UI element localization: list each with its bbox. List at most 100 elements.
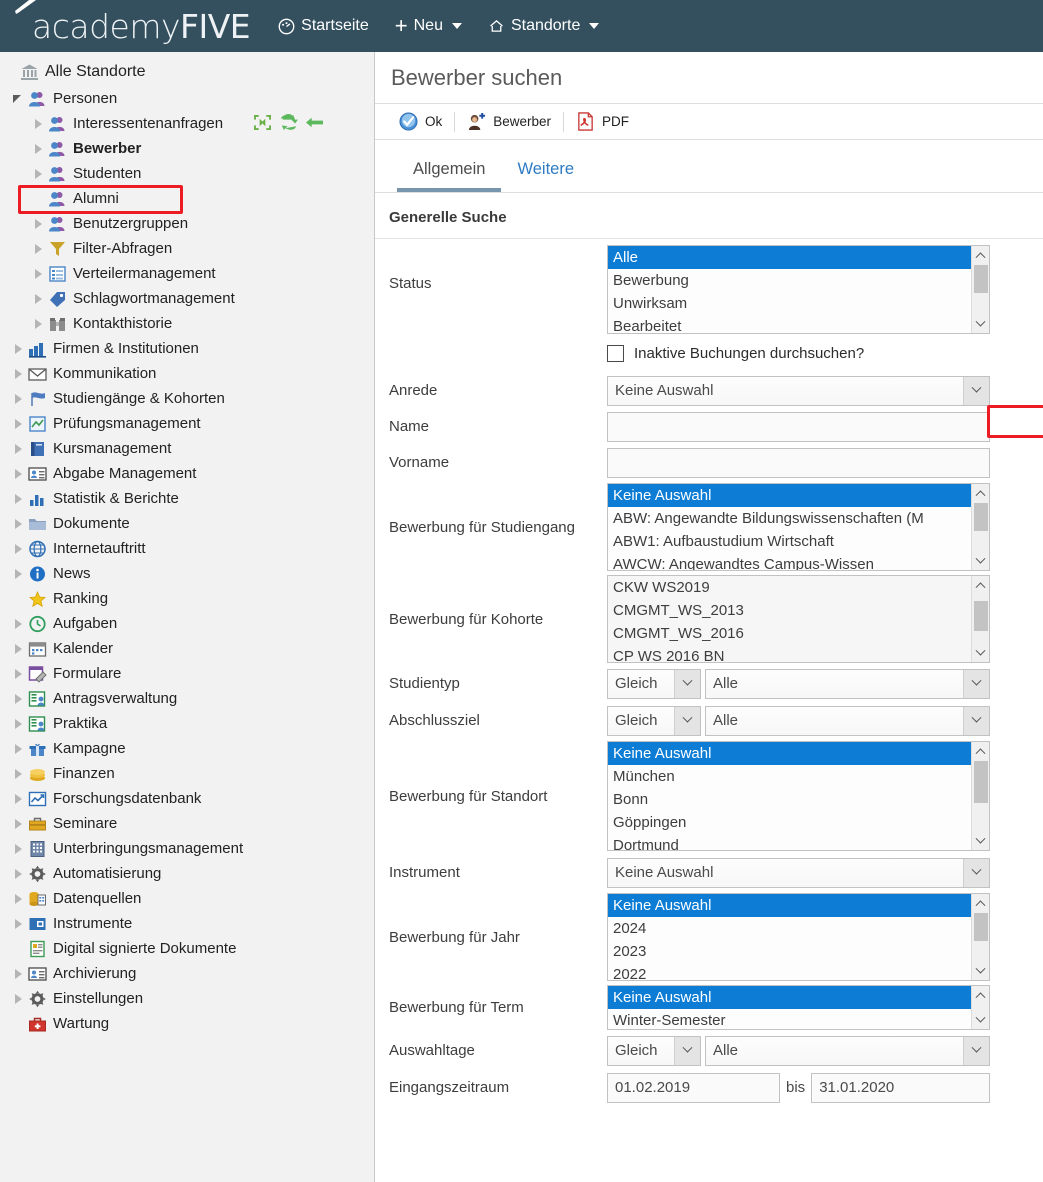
tree-collapse-arrow-icon[interactable] — [12, 92, 26, 106]
studiengang-option[interactable]: ABW1: Aufbaustudium Wirtschaft — [608, 530, 971, 553]
sidebar-root-alle-standorte[interactable]: Alle Standorte — [0, 58, 374, 86]
studientyp-operator-dropdown[interactable]: Gleich — [607, 668, 701, 699]
tree-expand-arrow-icon[interactable] — [12, 792, 26, 806]
scroll-up-icon[interactable] — [972, 484, 990, 501]
ok-button[interactable]: Ok — [387, 109, 454, 135]
kohorte-option[interactable]: CKW WS2019 — [608, 576, 971, 599]
anrede-dropdown[interactable]: Keine Auswahl — [607, 375, 990, 406]
term-option[interactable]: Winter-Semester — [608, 1009, 971, 1029]
sidebar-item-kampagne[interactable]: Kampagne — [0, 736, 374, 761]
tree-expand-arrow-icon[interactable] — [12, 992, 26, 1006]
eingangszeitraum-to-input[interactable]: 31.01.2020 — [811, 1072, 990, 1103]
sidebar-item-firmen-institutionen[interactable]: Firmen & Institutionen — [0, 336, 374, 361]
sidebar-item-unterbringungsmanagement[interactable]: Unterbringungsmanagement — [0, 836, 374, 861]
chevron-down-icon[interactable] — [963, 669, 989, 698]
status-option[interactable]: Alle — [608, 246, 971, 269]
jahr-scrollbar[interactable] — [971, 894, 989, 980]
tree-expand-arrow-icon[interactable] — [12, 567, 26, 581]
sidebar-item-instrumente[interactable]: Instrumente — [0, 911, 374, 936]
tree-expand-arrow-icon[interactable] — [12, 867, 26, 881]
standort-scrollbar[interactable] — [971, 742, 989, 850]
instrument-dropdown[interactable]: Keine Auswahl — [607, 857, 990, 888]
tree-expand-arrow-icon[interactable] — [12, 742, 26, 756]
scrollbar-thumb[interactable] — [974, 503, 988, 531]
studiengang-scrollbar[interactable] — [971, 484, 989, 570]
inaktive-buchungen-checkbox[interactable] — [607, 344, 624, 362]
sidebar-item-studenten[interactable]: Studenten — [0, 161, 374, 186]
studiengang-option[interactable]: Keine Auswahl — [608, 484, 971, 507]
tree-expand-arrow-icon[interactable] — [12, 692, 26, 706]
tree-expand-arrow-icon[interactable] — [12, 917, 26, 931]
scrollbar-thumb[interactable] — [974, 601, 988, 631]
nav-item-standorte[interactable]: Standorte — [488, 17, 600, 35]
sidebar-item-forschungsdatenbank[interactable]: Forschungsdatenbank — [0, 786, 374, 811]
chevron-down-icon[interactable] — [963, 376, 989, 405]
scroll-down-icon[interactable] — [972, 963, 990, 980]
scroll-up-icon[interactable] — [972, 986, 990, 1003]
sidebar-item-abgabe-management[interactable]: Abgabe Management — [0, 461, 374, 486]
chevron-down-icon[interactable] — [963, 858, 989, 887]
tree-expand-arrow-icon[interactable] — [12, 492, 26, 506]
scroll-up-icon[interactable] — [972, 576, 990, 593]
sidebar-item-personen[interactable]: Personen — [0, 86, 374, 111]
sidebar-item-kursmanagement[interactable]: Kursmanagement — [0, 436, 374, 461]
sidebar-item-datenquellen[interactable]: Datenquellen — [0, 886, 374, 911]
sidebar-item-kommunikation[interactable]: Kommunikation — [0, 361, 374, 386]
sidebar-item-wartung[interactable]: Wartung — [0, 1011, 374, 1036]
status-option[interactable]: Bewerbung — [608, 269, 971, 292]
tree-expand-arrow-icon[interactable] — [12, 667, 26, 681]
status-option[interactable]: Unwirksam — [608, 292, 971, 315]
scroll-up-icon[interactable] — [972, 246, 990, 263]
scroll-up-icon[interactable] — [972, 894, 990, 911]
tree-expand-arrow-icon[interactable] — [12, 542, 26, 556]
term-listbox[interactable]: Keine Auswahl Winter-Semester — [607, 985, 990, 1030]
tree-expand-arrow-icon[interactable] — [12, 767, 26, 781]
nav-item-neu[interactable]: + Neu — [395, 15, 462, 37]
sidebar-item-kalender[interactable]: Kalender — [0, 636, 374, 661]
standort-option[interactable]: Keine Auswahl — [608, 742, 971, 765]
collapse-all-icon[interactable] — [253, 114, 272, 131]
tree-expand-arrow-icon[interactable] — [32, 292, 46, 306]
studiengang-option[interactable]: AWCW: Angewandtes Campus-Wissen — [608, 553, 971, 570]
kohorte-option[interactable]: CMGMT_WS_2016 — [608, 622, 971, 645]
sidebar-item-kontakthistorie[interactable]: Kontakthistorie — [0, 311, 374, 336]
status-option[interactable]: Bearbeitet — [608, 315, 971, 333]
scroll-down-icon[interactable] — [972, 833, 990, 850]
pdf-button[interactable]: PDF — [564, 109, 641, 135]
tree-expand-arrow-icon[interactable] — [12, 342, 26, 356]
kohorte-option[interactable]: CMGMT_WS_2013 — [608, 599, 971, 622]
term-scrollbar[interactable] — [971, 986, 989, 1029]
scrollbar-thumb[interactable] — [974, 761, 988, 803]
tree-expand-arrow-icon[interactable] — [12, 842, 26, 856]
sidebar-item-antragsverwaltung[interactable]: Antragsverwaltung — [0, 686, 374, 711]
studientyp-value-dropdown[interactable]: Alle — [705, 668, 990, 699]
sidebar-item-schlagwortmanagement[interactable]: Schlagwortmanagement — [0, 286, 374, 311]
jahr-option[interactable]: 2022 — [608, 963, 971, 980]
tree-expand-arrow-icon[interactable] — [12, 817, 26, 831]
jahr-option[interactable]: Keine Auswahl — [608, 894, 971, 917]
jahr-option[interactable]: 2023 — [608, 940, 971, 963]
sidebar-item-praktika[interactable]: Praktika — [0, 711, 374, 736]
tree-expand-arrow-icon[interactable] — [32, 167, 46, 181]
sidebar-item-dokumente[interactable]: Dokumente — [0, 511, 374, 536]
abschlussziel-operator-dropdown[interactable]: Gleich — [607, 705, 701, 736]
auswahltage-operator-dropdown[interactable]: Gleich — [607, 1035, 701, 1066]
chevron-down-icon[interactable] — [674, 706, 700, 735]
tree-expand-arrow-icon[interactable] — [32, 142, 46, 156]
chevron-down-icon[interactable] — [963, 706, 989, 735]
brand-logo[interactable]: academyFIVE — [10, 0, 251, 46]
scroll-down-icon[interactable] — [972, 316, 990, 333]
refresh-icon[interactable] — [279, 114, 298, 131]
tree-expand-arrow-icon[interactable] — [12, 617, 26, 631]
scrollbar-thumb[interactable] — [974, 265, 988, 293]
tree-expand-arrow-icon[interactable] — [12, 717, 26, 731]
sidebar-item-formulare[interactable]: Formulare — [0, 661, 374, 686]
sidebar-item-studieng-nge-kohorten[interactable]: Studiengänge & Kohorten — [0, 386, 374, 411]
sidebar-item-einstellungen[interactable]: Einstellungen — [0, 986, 374, 1011]
tree-expand-arrow-icon[interactable] — [32, 217, 46, 231]
term-option[interactable]: Keine Auswahl — [608, 986, 971, 1009]
chevron-down-icon[interactable] — [674, 669, 700, 698]
studiengang-option[interactable]: ABW: Angewandte Bildungswissenschaften (… — [608, 507, 971, 530]
tree-expand-arrow-icon[interactable] — [12, 367, 26, 381]
studiengang-listbox[interactable]: Keine Auswahl ABW: Angewandte Bildungswi… — [607, 483, 990, 571]
